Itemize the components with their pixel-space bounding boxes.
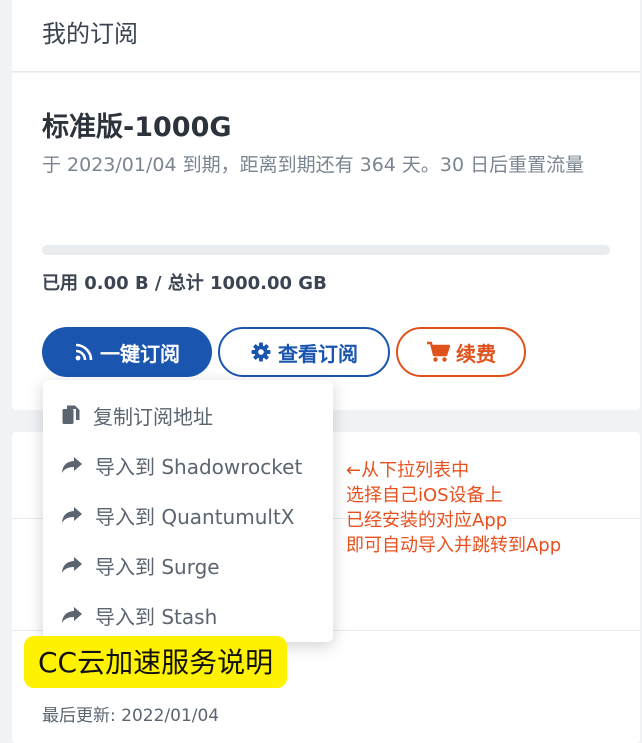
share-arrow-icon [62,557,82,573]
one-click-subscribe-label: 一键订阅 [100,341,180,366]
annotation-line: 选择自己iOS设备上 [346,485,503,506]
dropdown-item-label: 导入到 Stash [95,604,218,629]
dropdown-item-surge[interactable]: 导入到 Surge [43,542,333,588]
share-arrow-icon [62,607,82,623]
one-click-subscribe-button[interactable]: 一键订阅 [42,327,212,377]
renew-button[interactable]: 续费 [396,327,526,377]
view-subscription-button[interactable]: 查看订阅 [218,327,390,377]
view-subscription-label: 查看订阅 [278,341,358,366]
rss-icon [75,343,93,361]
subscribe-dropdown-menu: 复制订阅地址 导入到 Shadowrocket 导入到 QuantumultX … [43,380,333,642]
annotation-line: 即可自动导入并跳转到App [346,535,562,556]
cart-icon [427,341,450,362]
copy-icon [62,405,80,424]
dropdown-item-label: 导入到 Surge [95,554,220,579]
annotation-line: 已经安装的对应App [346,510,508,531]
dropdown-item-quantumultx[interactable]: 导入到 QuantumultX [43,492,333,538]
dropdown-item-label: 导入到 QuantumultX [95,504,295,529]
dropdown-item-label: 复制订阅地址 [93,404,213,429]
annotation-line: ←从下拉列表中 [346,460,470,481]
page-title: 我的订阅 [42,20,138,48]
dropdown-item-copy-url[interactable]: 复制订阅地址 [43,392,333,438]
renew-label: 续费 [456,341,496,366]
dropdown-item-label: 导入到 Shadowrocket [95,454,303,479]
usage-progress-bar [42,245,610,255]
expire-text: 于 2023/01/04 到期，距离到期还有 364 天。30 日后重置流量 [42,154,585,176]
last-update-text: 最后更新: 2022/01/04 [42,706,220,726]
plan-name: 标准版-1000G [42,112,232,143]
dropdown-item-shadowrocket[interactable]: 导入到 Shadowrocket [43,442,333,488]
gear-icon [251,342,271,362]
usage-text: 已用 0.00 B / 总计 1000.00 GB [42,273,327,294]
share-arrow-icon [62,457,82,473]
subscription-card: 标准版-1000G 于 2023/01/04 到期，距离到期还有 364 天。3… [12,73,640,410]
service-description-label: CC云加速服务说明 [24,636,288,688]
annotation-text: ←从下拉列表中 选择自己iOS设备上 已经安装的对应App 即可自动导入并跳转到… [346,458,561,558]
dropdown-item-stash[interactable]: 导入到 Stash [43,592,333,638]
share-arrow-icon [62,507,82,523]
subscription-header: 我的订阅 [12,0,640,72]
